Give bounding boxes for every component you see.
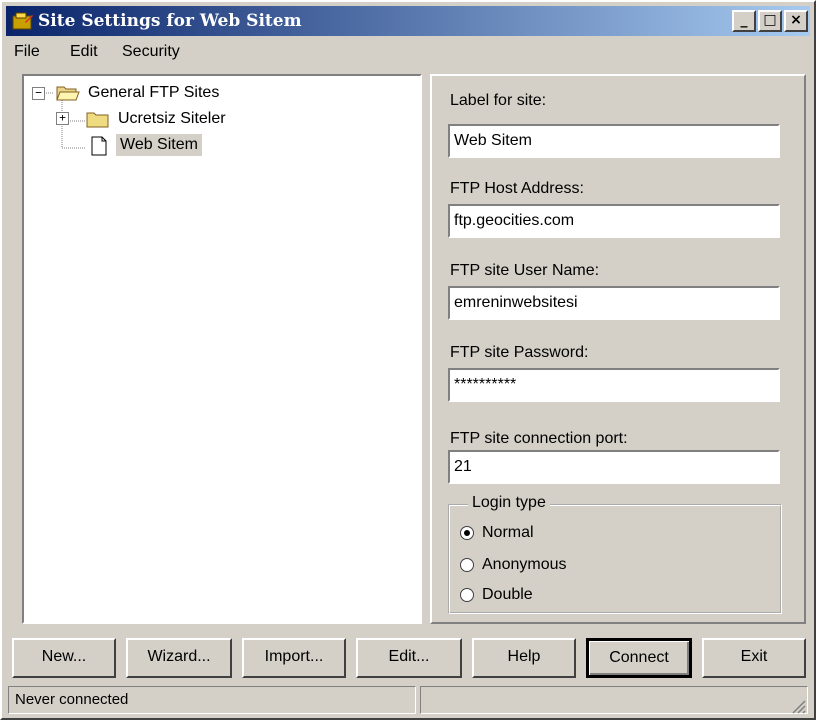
edit-button[interactable]: Edit... [356,638,462,678]
status-bar: Never connected [6,686,810,716]
radio-anonymous[interactable]: Anonymous [460,556,567,574]
site-settings-window: Site Settings for Web Sitem _ □ × File E… [0,0,816,720]
tree-label-web-sitem: Web Sitem [116,134,202,156]
ftp-port-field[interactable]: 21 [448,450,780,484]
maximize-button[interactable]: □ [758,10,782,32]
radio-unchecked-icon[interactable] [460,557,474,572]
ftp-host-field[interactable]: ftp.geocities.com [448,204,780,238]
ftp-host-label: FTP Host Address: [450,180,584,197]
tree-label-ucretsiz-siteler: Ucretsiz Siteler [118,110,226,127]
help-button[interactable]: Help [472,638,576,678]
menu-file[interactable]: File [14,43,40,61]
app-icon [12,12,33,30]
radio-normal[interactable]: Normal [460,524,534,542]
label-for-site-field[interactable]: Web Sitem [448,124,780,158]
radio-unchecked-icon[interactable] [460,587,474,602]
ftp-port-label: FTP site connection port: [450,430,628,447]
window-title: Site Settings for Web Sitem [38,11,302,31]
exit-button[interactable]: Exit [702,638,806,678]
wizard-button[interactable]: Wizard... [126,638,232,678]
login-type-group: Login type Normal Anonymous Double [448,494,782,614]
menu-edit[interactable]: Edit [70,43,98,61]
radio-double-label: Double [482,586,533,603]
tree-label-general-ftp-sites: General FTP Sites [88,84,220,101]
site-details-panel: Label for site: Web Sitem FTP Host Addre… [430,74,806,624]
close-button[interactable]: × [784,10,808,32]
ftp-password-label: FTP site Password: [450,344,589,361]
ftp-password-field[interactable]: ********** [448,368,780,402]
site-tree[interactable]: − General FTP Sites + Ucretsiz Siteler W… [22,74,422,624]
ftp-user-field[interactable]: emreninwebsitesi [448,286,780,320]
folder-icon [86,112,109,128]
radio-normal-label: Normal [482,524,534,541]
radio-checked-icon[interactable] [460,525,474,540]
radio-anonymous-label: Anonymous [482,556,567,573]
status-pane-secondary [420,686,808,714]
ftp-user-label: FTP site User Name: [450,262,600,279]
resize-grip-icon[interactable] [790,698,806,714]
status-text: Never connected [8,686,416,714]
title-bar[interactable]: Site Settings for Web Sitem _ □ × [6,6,810,36]
connect-button[interactable]: Connect [586,638,692,678]
open-folder-icon [56,86,80,101]
document-icon [91,136,107,156]
login-type-title: Login type [468,494,550,512]
radio-double[interactable]: Double [460,586,533,604]
new-button[interactable]: New... [12,638,116,678]
minimize-button[interactable]: _ [732,10,756,32]
collapse-icon[interactable]: − [32,87,45,100]
expand-icon[interactable]: + [56,112,69,125]
menu-security[interactable]: Security [122,43,180,61]
import-button[interactable]: Import... [242,638,346,678]
label-for-site-label: Label for site: [450,92,547,109]
